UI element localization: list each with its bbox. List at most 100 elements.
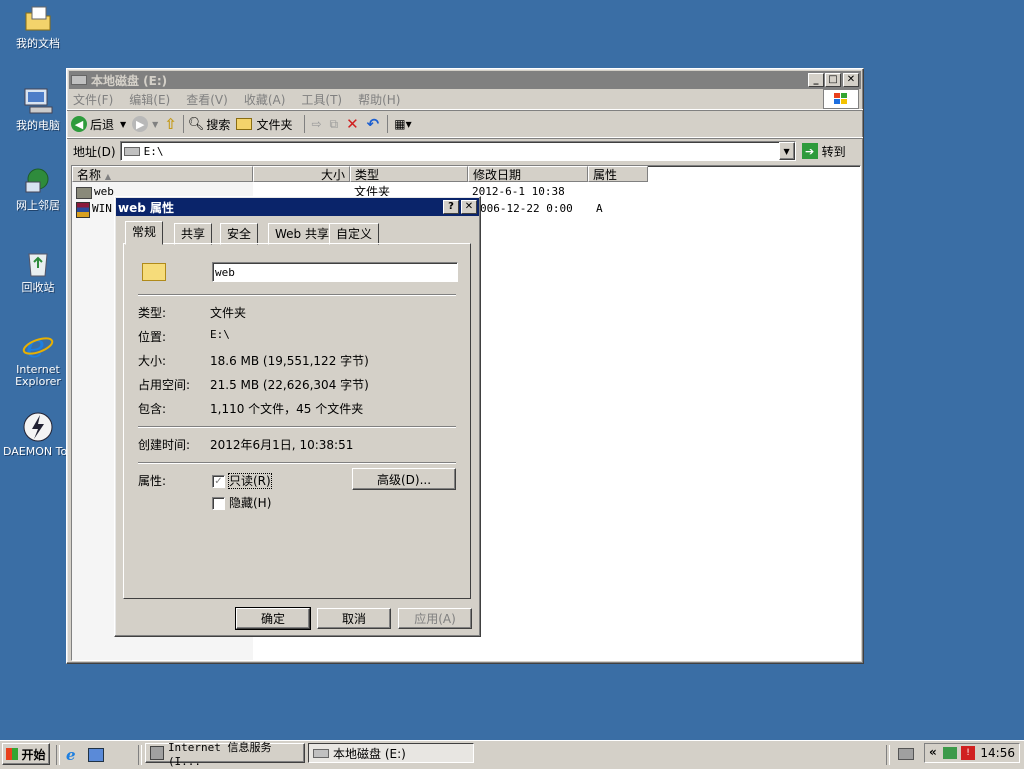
address-dropdown-button[interactable]: ▼ [778,142,795,160]
folder-icon [76,187,92,199]
task-button-iis[interactable]: Internet 信息服务(I... [145,741,305,768]
network-tray-icon[interactable] [898,748,914,760]
forward-arrow-icon: ▶ [132,116,149,132]
views-icon[interactable]: ▦▾ [394,117,411,131]
drive-icon [71,75,87,85]
tab-security[interactable]: 安全 [220,223,259,245]
window-title: 本地磁盘 (E:) [91,73,168,88]
desktop-icon-recycle-bin[interactable]: 回收站 [0,246,76,294]
dialog-title: web 属性 [118,200,174,215]
contains-value: 1,110 个文件，45 个文件夹 [210,402,364,416]
menu-view[interactable]: 查看(V) [186,91,228,108]
column-header-name[interactable]: 名称 ▲ [72,166,253,182]
daemon-tools-icon [21,410,55,444]
attributes-label: 属性: [138,474,167,488]
hidden-checkbox[interactable]: 隐藏(H) [212,494,271,511]
type-label: 类型: [138,306,167,320]
desktop-icon-label: Internet Explorer [15,363,61,388]
desktop-icon-label: 我的电脑 [16,119,60,132]
start-button[interactable]: 开始 [2,743,50,765]
ok-button[interactable]: 确定 [235,607,311,630]
cancel-button[interactable]: 取消 [317,608,391,629]
close-button[interactable]: ✕ [843,73,859,87]
desktop-icon-label: DAEMON Tool [3,446,73,458]
desktop-icon-network[interactable]: 网上邻居 [0,164,76,212]
folders-label: 文件夹 [256,117,293,132]
chevron-down-icon[interactable]: ▼ [120,120,126,129]
location-value: E:\ [210,328,230,341]
security-alert-icon[interactable]: ! [961,746,975,760]
desktop-icon-ie[interactable]: e Internet Explorer [0,328,76,388]
maximize-button[interactable]: □ [825,73,841,87]
back-button[interactable]: ◀ 后退 ▼ [71,116,126,133]
drive-icon [123,146,140,156]
help-button[interactable]: ? [443,200,459,214]
column-header-size[interactable]: 大小 [253,166,350,182]
checkbox-checked-icon: ✓ [212,475,225,488]
address-combo[interactable]: E:\ ▼ [119,141,796,161]
desktop-icon-my-computer[interactable]: 我的电脑 [0,84,76,132]
type-value: 文件夹 [210,306,247,320]
up-folder-icon: ⇧ [164,115,177,133]
menu-edit[interactable]: 编辑(E) [129,91,170,108]
network-icon [21,164,55,198]
menu-favorites[interactable]: 收藏(A) [244,91,286,108]
menu-file[interactable]: 文件(F) [73,91,113,108]
folders-button[interactable]: 文件夹 [236,116,292,133]
search-button[interactable]: 🔍︎ 搜索 [188,116,231,133]
undo-icon[interactable]: ↶ [367,115,380,133]
tab-customize[interactable]: 自定义 [329,223,380,245]
apply-button[interactable]: 应用(A) [398,608,472,629]
tab-web-sharing[interactable]: Web 共享 [268,223,336,245]
delete-icon[interactable]: ✕ [346,115,359,133]
clock: 14:56 [980,746,1015,760]
ie-quicklaunch-icon[interactable]: e [66,746,76,764]
file-attributes: A [596,202,603,215]
file-name: web [94,185,114,198]
move-to-icon[interactable]: ⇨ [311,117,321,131]
menu-help[interactable]: 帮助(H) [358,91,400,108]
up-folder-button[interactable]: ⇧ [164,115,177,133]
folder-name-input[interactable]: web [212,262,458,282]
dialog-titlebar[interactable]: web 属性 ? ✕ [116,198,479,216]
archive-icon [76,202,90,218]
minimize-button[interactable]: _ [808,73,824,87]
size-on-disk-value: 21.5 MB (22,626,304 字节) [210,378,369,392]
tab-general[interactable]: 常规 [125,221,164,245]
network-connection-icon[interactable] [943,747,957,759]
show-desktop-icon[interactable] [88,748,104,762]
column-header-modified[interactable]: 修改日期 [468,166,588,182]
size-on-disk-label: 占用空间: [138,378,191,392]
contains-label: 包含: [138,402,167,416]
desktop-icon-my-documents[interactable]: 我的文档 [0,2,76,50]
column-header-type[interactable]: 类型 [350,166,468,182]
folder-icon [142,263,166,281]
list-header: 名称 ▲ 大小 类型 修改日期 属性 [72,166,860,182]
column-header-attributes[interactable]: 属性 [588,166,648,182]
task-button-explorer[interactable]: 本地磁盘 (E:) [308,743,474,763]
tray-expand-chevron[interactable]: « [929,745,937,759]
my-computer-icon [21,84,55,118]
go-arrow-icon: ➔ [801,143,818,159]
tab-sharing[interactable]: 共享 [174,223,213,245]
forward-button[interactable]: ▶ ▼ [132,116,158,132]
divider [138,462,456,464]
menu-tools[interactable]: 工具(T) [301,91,342,108]
dialog-close-button[interactable]: ✕ [461,200,477,214]
advanced-button[interactable]: 高级(D)... [352,468,456,490]
created-value: 2012年6月1日, 10:38:51 [210,438,354,452]
explorer-titlebar[interactable]: 本地磁盘 (E:) _ □ ✕ [69,71,861,89]
back-arrow-icon: ◀ [71,116,87,132]
go-button[interactable]: ➔ 转到 [801,143,846,160]
desktop-icon-daemon-tools[interactable]: DAEMON Tool [0,410,76,458]
checkbox-icon [212,497,225,510]
desktop-icon-label: 网上邻居 [16,199,60,212]
search-icon: 🔍︎ [187,116,205,132]
iis-icon [150,746,164,760]
size-value: 18.6 MB (19,551,122 字节) [210,354,369,368]
desktop-icon-label: 回收站 [21,281,55,294]
readonly-checkbox[interactable]: ✓ 只读(R) [212,472,272,489]
recycle-bin-icon [21,246,55,280]
chevron-down-icon[interactable]: ▼ [152,120,158,129]
copy-to-icon[interactable]: ⧉ [330,117,339,132]
